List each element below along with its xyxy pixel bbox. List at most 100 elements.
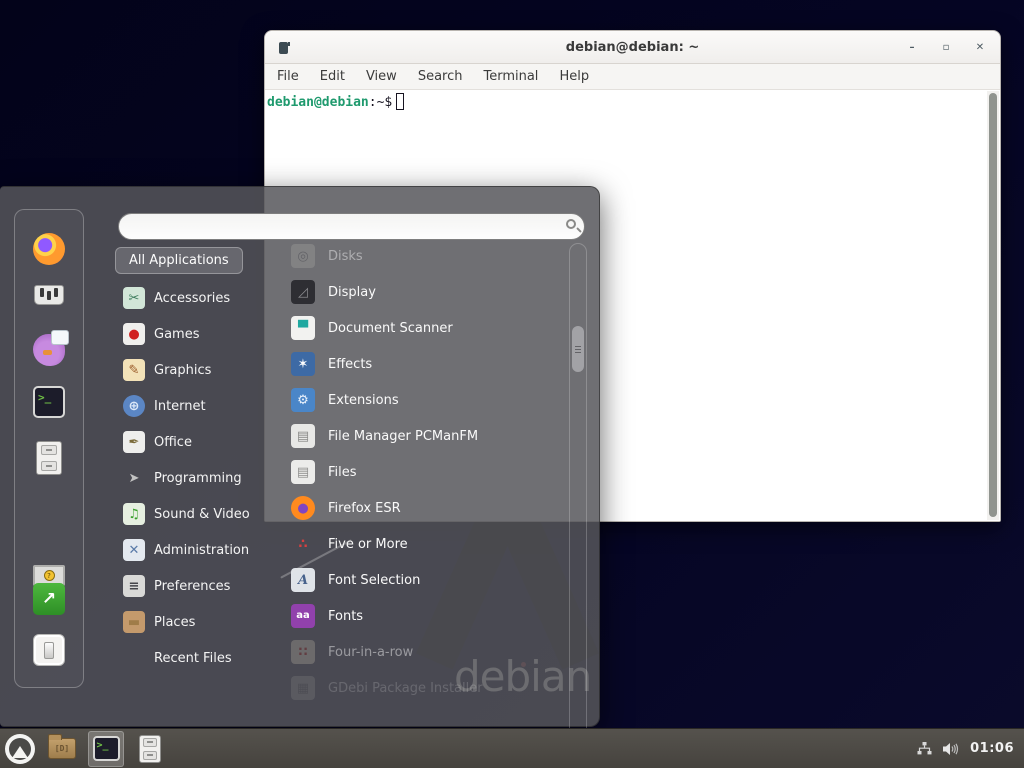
control-panel-icon[interactable] [33,281,65,313]
category-office[interactable]: ✒ Office [110,424,270,460]
padlock: ? [44,570,55,581]
app-five-or-more[interactable]: ∴ Five or More [285,526,565,562]
app-label: Effects [328,357,372,372]
app-search-input[interactable] [118,213,585,240]
slider-knob [54,288,58,297]
category-administration[interactable]: ✕ Administration [110,532,270,568]
app-list-scrollbar[interactable] [569,243,587,768]
games-icon: ● [123,323,145,345]
terminal-scrollbar[interactable] [987,91,999,520]
taskbar-file-manager-button[interactable] [132,731,168,767]
maximize-icon[interactable]: ▫ [940,42,952,54]
administration-icon: ✕ [123,539,145,561]
taskbar-terminal-button[interactable]: >_ [88,731,124,767]
category-label: Programming [154,471,242,486]
folder-icon: [D] [48,738,76,759]
terminal-titlebar[interactable]: debian@debian: ~ – ▫ ✕ [265,31,1000,64]
terminal-scrollbar-thumb[interactable] [989,93,997,517]
document-scanner-icon: ▀ [291,316,315,340]
category-all-applications[interactable]: All Applications [115,247,243,274]
category-programming[interactable]: ➤ Programming [110,460,270,496]
terminal-menubar: File Edit View Search Terminal Help [265,64,1000,90]
fonts-icon: aa [291,604,315,628]
graphics-icon: ✎ [123,359,145,381]
category-preferences[interactable]: ≡ Preferences [110,568,270,604]
category-graphics[interactable]: ✎ Graphics [110,352,270,388]
terminal-icon: >_ [93,736,120,761]
app-font-selection[interactable]: A Font Selection [285,562,565,598]
app-label: Font Selection [328,573,420,588]
app-fonts[interactable]: aa Fonts [285,598,565,634]
category-label: Places [154,615,195,630]
category-recent-files[interactable]: Recent Files [110,640,270,676]
sound-video-icon: ♫ [123,503,145,525]
network-icon[interactable] [917,742,932,755]
terminal-cursor [396,93,404,110]
category-label: Office [154,435,192,450]
app-label: Document Scanner [328,321,453,336]
slider-knob [47,291,51,300]
app-extensions[interactable]: ⚙ Extensions [285,382,565,418]
app-label: Four-in-a-row [328,645,413,660]
volume-icon[interactable] [943,742,959,756]
extensions-gear-icon: ⚙ [291,388,315,412]
places-folder-icon: ▬ [123,611,145,633]
app-display[interactable]: ◿ Display [285,274,565,310]
menu-edit[interactable]: Edit [320,69,345,84]
accessories-icon: ✂ [123,287,145,309]
drawer [143,738,157,747]
system-tray: 01:06 [917,741,1024,756]
menu-file[interactable]: File [277,69,299,84]
terminal-title: debian@debian: ~ [265,40,1000,55]
menu-view[interactable]: View [366,69,397,84]
app-file-manager-pcmanfm[interactable]: ▤ File Manager PCManFM [285,418,565,454]
app-disks[interactable]: ◎ Disks [285,238,565,274]
category-games[interactable]: ● Games [110,316,270,352]
menu-search[interactable]: Search [418,69,463,84]
app-gdebi-package-installer[interactable]: ▦ GDebi Package Installer [285,670,565,706]
app-label: GDebi Package Installer [328,681,483,696]
effects-icon: ✶ [291,352,315,376]
category-label: Sound & Video [154,507,250,522]
favorites-panel: >_ ? ↗ [14,209,84,688]
category-label: Graphics [154,363,211,378]
app-firefox-esr[interactable]: ● Firefox ESR [285,490,565,526]
file-manager-icon[interactable] [36,441,62,475]
category-places[interactable]: ▬ Places [110,604,270,640]
app-list-scrollbar-thumb[interactable] [572,326,584,372]
menu-terminal[interactable]: Terminal [483,69,538,84]
categories-column: All Applications ✂ Accessories ● Games ✎… [110,247,270,676]
app-document-scanner[interactable]: ▀ Document Scanner [285,310,565,346]
logout-icon[interactable]: ↗ [33,583,65,615]
menu-button[interactable] [2,731,38,767]
desktop-folder-button[interactable]: [D] [44,731,80,767]
display-icon: ◿ [291,280,315,304]
gdebi-icon: ▦ [291,676,315,700]
app-four-in-a-row[interactable]: ∷ Four-in-a-row [285,634,565,670]
app-label: Firefox ESR [328,501,401,516]
menu-help[interactable]: Help [559,69,589,84]
slider-knob [40,288,44,297]
app-effects[interactable]: ✶ Effects [285,346,565,382]
minimize-icon[interactable]: – [906,42,918,54]
prompt-suffix: :~$ [369,95,392,110]
terminal-launcher-icon[interactable]: >_ [33,386,65,418]
pidgin-icon[interactable] [33,334,65,366]
disks-icon: ◎ [291,244,315,268]
app-files[interactable]: ▤ Files [285,454,565,490]
firefox-icon[interactable] [33,233,65,265]
four-in-a-row-icon: ∷ [291,640,315,664]
five-or-more-icon: ∴ [291,532,315,556]
category-internet[interactable]: ⊕ Internet [110,388,270,424]
category-label: Accessories [154,291,230,306]
drawer [41,445,57,455]
close-icon[interactable]: ✕ [974,42,986,54]
app-label: Fonts [328,609,363,624]
taskbar-clock[interactable]: 01:06 [970,741,1014,756]
shutdown-icon[interactable] [33,634,65,666]
drawer [143,751,157,760]
category-label: Preferences [154,579,230,594]
category-sound-video[interactable]: ♫ Sound & Video [110,496,270,532]
category-accessories[interactable]: ✂ Accessories [110,280,270,316]
taskbar: [D] >_ 01:06 [0,728,1024,768]
